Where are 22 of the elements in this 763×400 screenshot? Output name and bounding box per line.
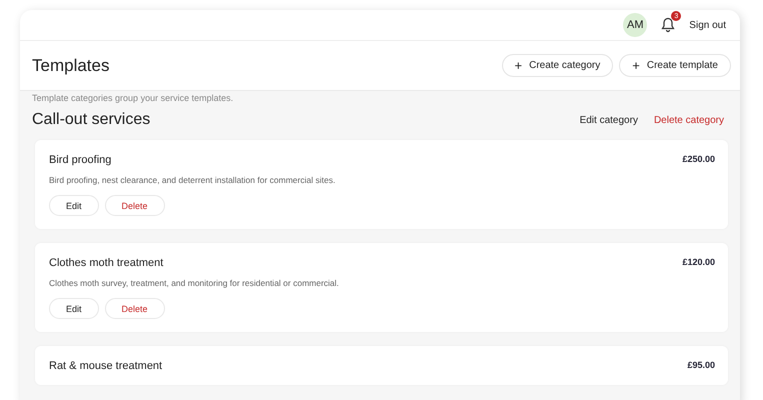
template-name: Bird proofing	[49, 154, 112, 166]
delete-category-link[interactable]: Delete category	[654, 114, 724, 126]
template-description: Clothes moth survey, treatment, and monitoring for residential or commercial.	[49, 278, 340, 288]
delete-button[interactable]: Delete	[104, 195, 165, 216]
page-title: Templates	[32, 56, 110, 76]
template-price: £250.00	[682, 154, 715, 164]
template-price: £95.00	[687, 360, 715, 370]
intro-text: Template categories group your service templates.	[32, 92, 234, 103]
edit-category-link[interactable]: Edit category	[580, 114, 638, 126]
create-template-button[interactable]: + Create template	[619, 54, 731, 77]
template-name: Clothes moth treatment	[49, 257, 164, 269]
delete-button[interactable]: Delete	[104, 298, 165, 319]
create-category-button[interactable]: + Create category	[502, 54, 614, 77]
template-name: Rat & mouse treatment	[49, 360, 162, 372]
sign-out-link[interactable]: Sign out	[689, 20, 726, 30]
template-price: £120.00	[682, 257, 715, 267]
bell-icon[interactable]	[661, 17, 676, 33]
template-description: Bird proofing, nest clearance, and deterrent installation for commercial sites.	[49, 175, 336, 185]
user-avatar[interactable]: AM	[623, 13, 648, 37]
category-title: Call-out services	[32, 111, 152, 129]
edit-button[interactable]: Edit	[49, 298, 99, 319]
edit-button[interactable]: Edit	[49, 195, 99, 216]
